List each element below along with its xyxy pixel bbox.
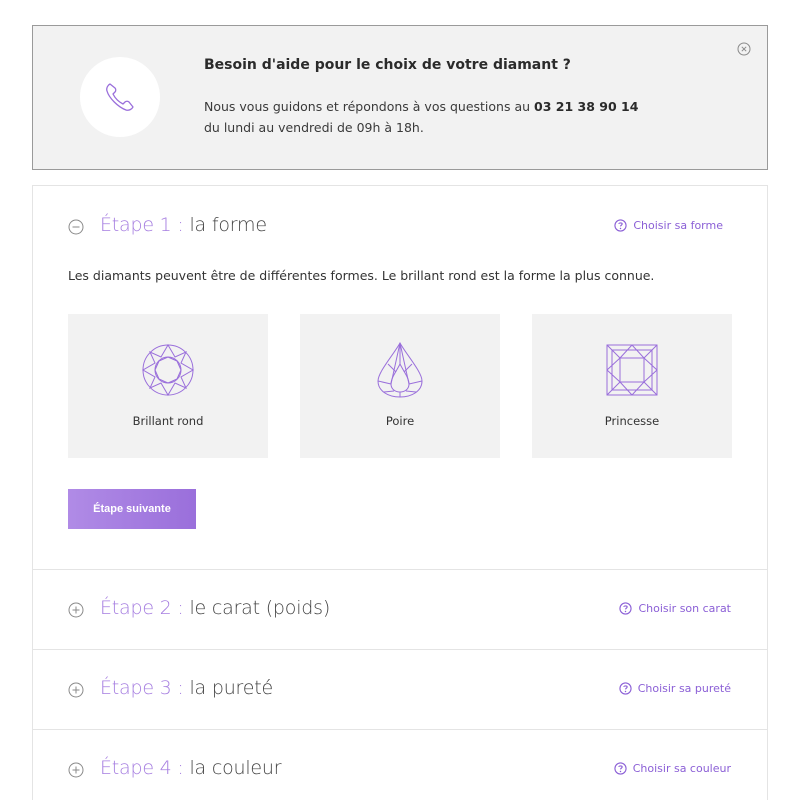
help-title: Besoin d'aide pour le choix de votre dia… [204, 57, 571, 73]
help-text: Nous vous guidons et répondons à vos que… [204, 96, 724, 138]
step-3-number: Étape 3 [100, 677, 172, 699]
collapse-minus-icon[interactable] [68, 219, 84, 235]
expand-plus-icon[interactable] [68, 602, 84, 618]
step-3-help-link[interactable]: Choisir sa pureté [619, 682, 731, 695]
step-2-number: Étape 2 [100, 597, 172, 619]
diamond-steps-accordion: Étape 1 : la forme Choisir sa forme Les … [32, 185, 768, 800]
question-circle-icon [619, 602, 633, 615]
help-text-line1: Nous vous guidons et répondons à vos que… [204, 99, 535, 114]
step-1-help-link[interactable]: Choisir sa forme [614, 219, 723, 232]
question-circle-icon [614, 219, 627, 232]
question-circle-icon [614, 762, 627, 775]
step-4-header[interactable]: Étape 4 : la couleur Choisir sa couleur [33, 730, 767, 800]
shape-label-poire: Poire [385, 414, 415, 428]
step-1-header[interactable]: Étape 1 : la forme Choisir sa forme [33, 186, 767, 266]
step-1-title: Étape 1 : la forme [100, 214, 267, 236]
round-brilliant-icon [142, 344, 194, 396]
pear-diamond-icon [377, 342, 423, 398]
step-2-name: le carat (poids) [189, 597, 331, 619]
step-2-link-label: Choisir son carat [638, 602, 731, 615]
shape-card-poire[interactable]: Poire [300, 314, 500, 458]
step-4-title: Étape 4 : la couleur [100, 757, 282, 779]
step-4-name: la couleur [189, 757, 282, 779]
question-circle-icon [619, 682, 632, 695]
step-1-name: la forme [189, 214, 267, 236]
step-1-link-label: Choisir sa forme [633, 219, 723, 232]
step-3-header[interactable]: Étape 3 : la pureté Choisir sa pureté [33, 650, 767, 730]
step-2-header[interactable]: Étape 2 : le carat (poids) Choisir son c… [33, 570, 767, 650]
help-phone-number[interactable]: 03 21 38 90 14 [534, 99, 638, 114]
shape-card-princesse[interactable]: Princesse [532, 314, 732, 458]
step-3-link-label: Choisir sa pureté [637, 682, 731, 695]
close-icon [737, 42, 751, 56]
step-4-number: Étape 4 [100, 757, 172, 779]
step-1-description: Les diamants peuvent être de différentes… [68, 268, 655, 283]
expand-plus-icon[interactable] [68, 762, 84, 778]
shape-card-brillant-rond[interactable]: Brillant rond [68, 314, 268, 458]
step-3-name: la pureté [189, 677, 273, 699]
shape-label-princesse: Princesse [604, 414, 660, 428]
step-4-help-link[interactable]: Choisir sa couleur [614, 762, 731, 775]
help-banner: Besoin d'aide pour le choix de votre dia… [32, 25, 768, 170]
help-text-line2: du lundi au vendredi de 09h à 18h. [204, 120, 424, 135]
princess-diamond-icon [606, 344, 658, 396]
step-4-link-label: Choisir sa couleur [632, 762, 731, 775]
step-1-number: Étape 1 [100, 214, 172, 236]
shape-label-brillant-rond: Brillant rond [132, 414, 204, 428]
expand-plus-icon[interactable] [68, 682, 84, 698]
phone-badge [80, 57, 160, 137]
step-2-title: Étape 2 : le carat (poids) [100, 597, 331, 619]
step-3-title: Étape 3 : la pureté [100, 677, 273, 699]
close-banner-button[interactable] [737, 41, 751, 56]
phone-icon [106, 83, 134, 111]
next-step-button[interactable]: Étape suivante [68, 489, 196, 529]
step-2-help-link[interactable]: Choisir son carat [619, 602, 731, 615]
